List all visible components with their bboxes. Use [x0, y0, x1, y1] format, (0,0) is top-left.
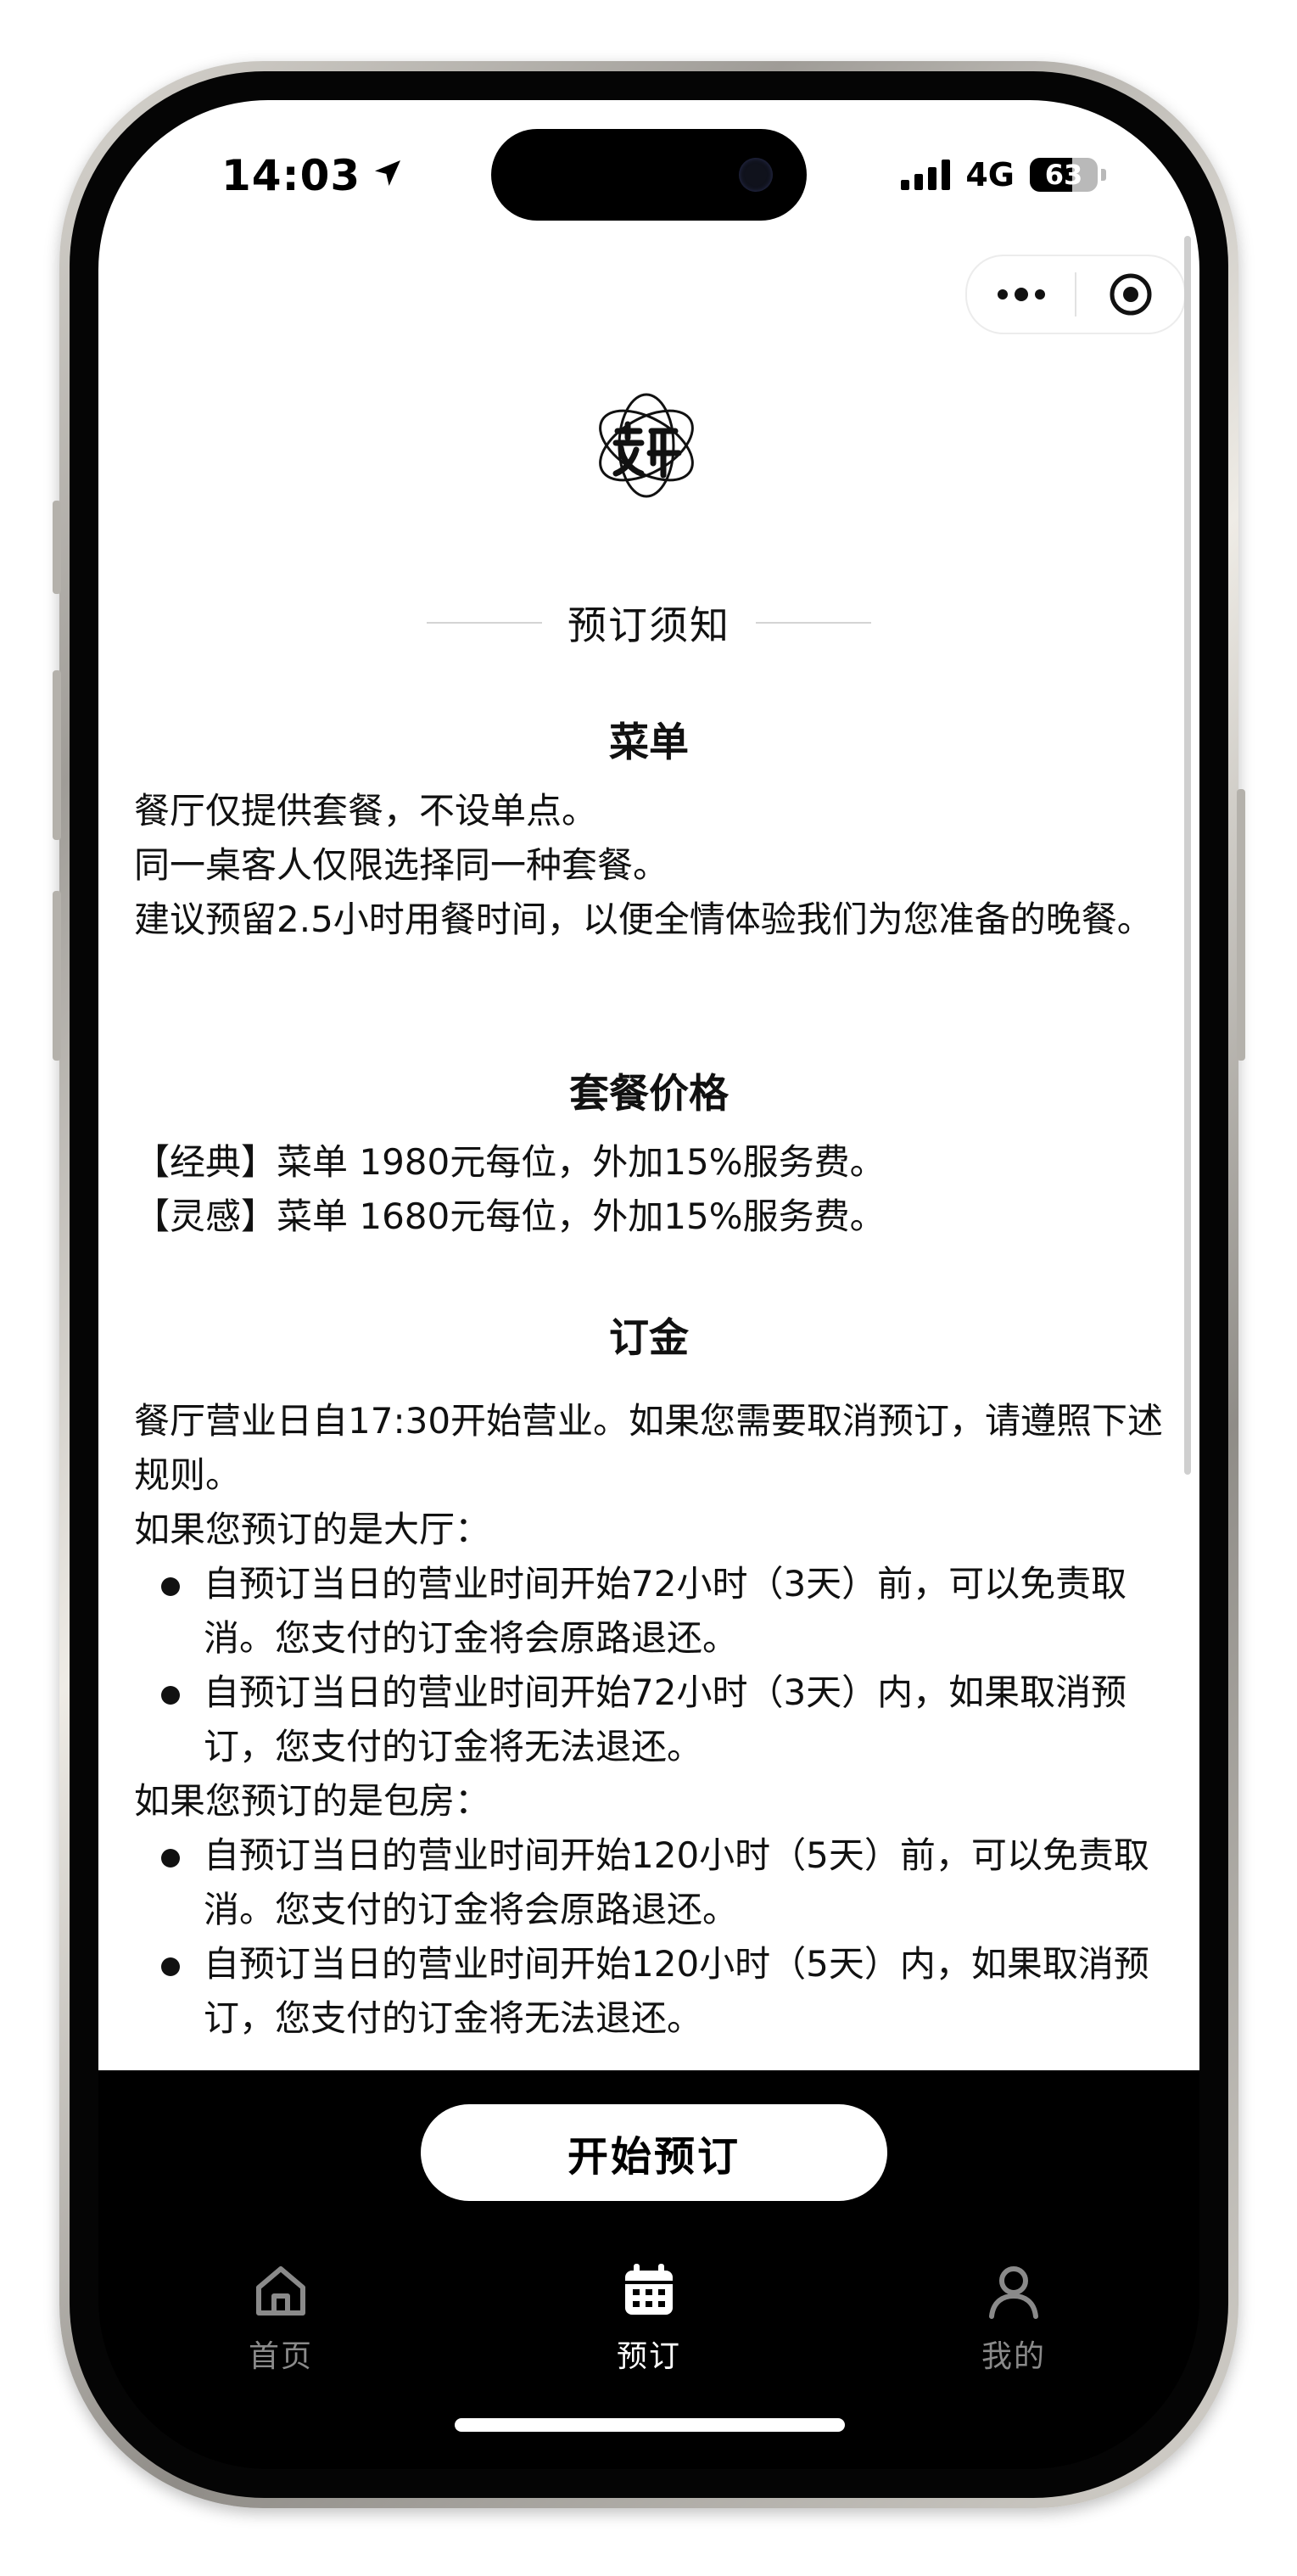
- bullet-icon: [161, 1957, 180, 1976]
- menu-line-1: 餐厅仅提供套餐，不设单点。: [134, 790, 598, 832]
- rule-text: 自预订当日的营业时间开始72小时（3天）内，如果取消预订，您支付的订金将无法退还…: [204, 1672, 1127, 1767]
- start-reservation-button[interactable]: 开始预订: [421, 2104, 887, 2201]
- rule-text: 自预订当日的营业时间开始120小时（5天）内，如果取消预订，您支付的订金将无法退…: [204, 1943, 1149, 2039]
- list-item: 自预订当日的营业时间开始120小时（5天）前，可以免责取消。您支付的订金将会原路…: [134, 1828, 1169, 1937]
- power-button: [1237, 789, 1245, 1061]
- more-options-button[interactable]: [967, 256, 1075, 333]
- front-camera-icon: [739, 158, 773, 192]
- home-indicator[interactable]: [455, 2418, 845, 2432]
- battery-nub: [1101, 169, 1106, 181]
- more-dots-icon: [997, 288, 1045, 301]
- list-item: 自预订当日的营业时间开始72小时（3天）内，如果取消预订，您支付的订金将无法退还…: [134, 1666, 1169, 1774]
- hall-rules-list: 自预订当日的营业时间开始72小时（3天）前，可以免责取消。您支付的订金将会原路退…: [134, 1557, 1169, 1774]
- heading-line-right: [756, 622, 871, 624]
- target-close-icon: [1110, 273, 1151, 316]
- network-type: 4G: [965, 156, 1015, 193]
- heading-line-left: [427, 622, 542, 624]
- location-arrow-icon: [371, 151, 405, 200]
- volume-up-button: [53, 670, 61, 840]
- action-button: [53, 501, 61, 594]
- tab-reservation[interactable]: 预订: [556, 2260, 742, 2376]
- price-line-classic: 【经典】菜单 1980元每位，外加15%服务费。: [134, 1141, 886, 1183]
- calendar-icon: [625, 2264, 673, 2315]
- tab-profile[interactable]: 我的: [920, 2260, 1107, 2376]
- deposit-section-title: 订金: [609, 1315, 689, 1362]
- status-time: 14:03: [221, 151, 405, 200]
- cellular-signal-icon: [901, 160, 951, 190]
- menu-line-2: 同一桌客人仅限选择同一种套餐。: [134, 844, 669, 886]
- room-rules-list: 自预订当日的营业时间开始120小时（5天）前，可以免责取消。您支付的订金将会原路…: [134, 1828, 1169, 2046]
- close-miniprogram-button[interactable]: [1076, 256, 1184, 333]
- bullet-icon: [161, 1577, 180, 1596]
- content-area[interactable]: 14:03 4G 63 预订须知 菜单 餐厅仅提供套餐，不设单点。 同一桌客人仅…: [98, 100, 1199, 2070]
- deposit-rules: 餐厅营业日自17:30开始营业。如果您需要取消预订，请遵照下述规则。 如果您预订…: [134, 1394, 1169, 2046]
- page-title: 预订须知: [567, 602, 730, 648]
- room-label: 如果您预订的是包房：: [134, 1780, 491, 1822]
- volume-down-button: [53, 891, 61, 1061]
- price-line-inspiration: 【灵感】菜单 1680元每位，外加15%服务费。: [134, 1196, 886, 1237]
- rule-text: 自预订当日的营业时间开始72小时（3天）前，可以免责取消。您支付的订金将会原路退…: [204, 1563, 1127, 1659]
- notice-heading: 预订须知: [98, 595, 1199, 651]
- home-icon: [256, 2266, 305, 2316]
- hall-label: 如果您预订的是大厅：: [134, 1509, 491, 1550]
- restaurant-logo: [587, 382, 706, 509]
- battery-icon: 63: [1030, 158, 1098, 192]
- list-item: 自预订当日的营业时间开始72小时（3天）前，可以免责取消。您支付的订金将会原路退…: [134, 1557, 1169, 1666]
- phone-screen: 14:03 4G 63 预订须知 菜单 餐厅仅提供套餐，不设单点。 同一桌客人仅…: [98, 100, 1199, 2469]
- battery-percent: 63: [1044, 159, 1083, 191]
- menu-section-title: 菜单: [609, 720, 689, 766]
- list-item: 自预订当日的营业时间开始120小时（5天）内，如果取消预订，您支付的订金将无法退…: [134, 1937, 1169, 2046]
- miniprogram-capsule: [965, 255, 1186, 334]
- bullet-icon: [161, 1849, 180, 1868]
- tab-home[interactable]: 首页: [187, 2260, 374, 2376]
- status-indicators: 4G 63: [901, 156, 1106, 193]
- deposit-intro: 餐厅营业日自17:30开始营业。如果您需要取消预订，请遵照下述规则。: [134, 1400, 1164, 1496]
- menu-line-3: 建议预留2.5小时用餐时间，以便全情体验我们为您准备的晚餐。: [134, 899, 1153, 940]
- rule-text: 自预订当日的营业时间开始120小时（5天）前，可以免责取消。您支付的订金将会原路…: [204, 1834, 1149, 1930]
- dynamic-island: [491, 129, 807, 221]
- price-section-title: 套餐价格: [569, 1071, 729, 1117]
- scrollbar[interactable]: [1184, 236, 1191, 1475]
- user-icon: [989, 2266, 1038, 2319]
- tab-profile-label: 我的: [981, 2339, 1046, 2374]
- tab-home-label: 首页: [248, 2339, 313, 2374]
- tab-reservation-label: 预订: [616, 2339, 681, 2374]
- bullet-icon: [161, 1686, 180, 1705]
- status-time-text: 14:03: [221, 151, 361, 200]
